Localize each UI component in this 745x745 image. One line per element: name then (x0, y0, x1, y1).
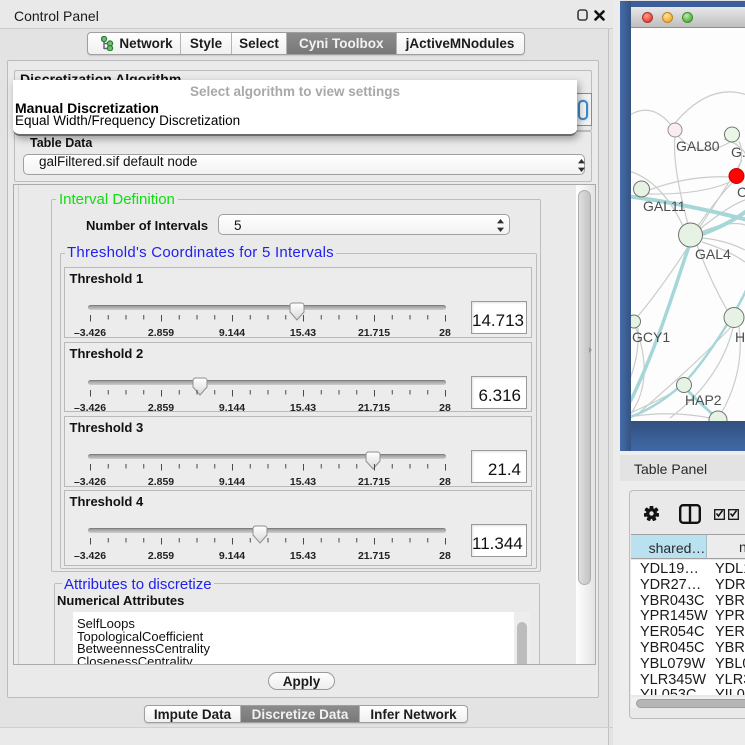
svg-text:GAL11: GAL11 (643, 198, 686, 214)
svg-text:H: H (735, 329, 745, 345)
svg-text:GAL4: GAL4 (695, 246, 731, 262)
svg-text:G.: G. (731, 144, 745, 160)
svg-text:GAL80: GAL80 (676, 138, 720, 154)
svg-text:HAP2: HAP2 (685, 392, 722, 408)
svg-text:GCY1: GCY1 (632, 329, 670, 345)
svg-text:C: C (737, 184, 745, 200)
